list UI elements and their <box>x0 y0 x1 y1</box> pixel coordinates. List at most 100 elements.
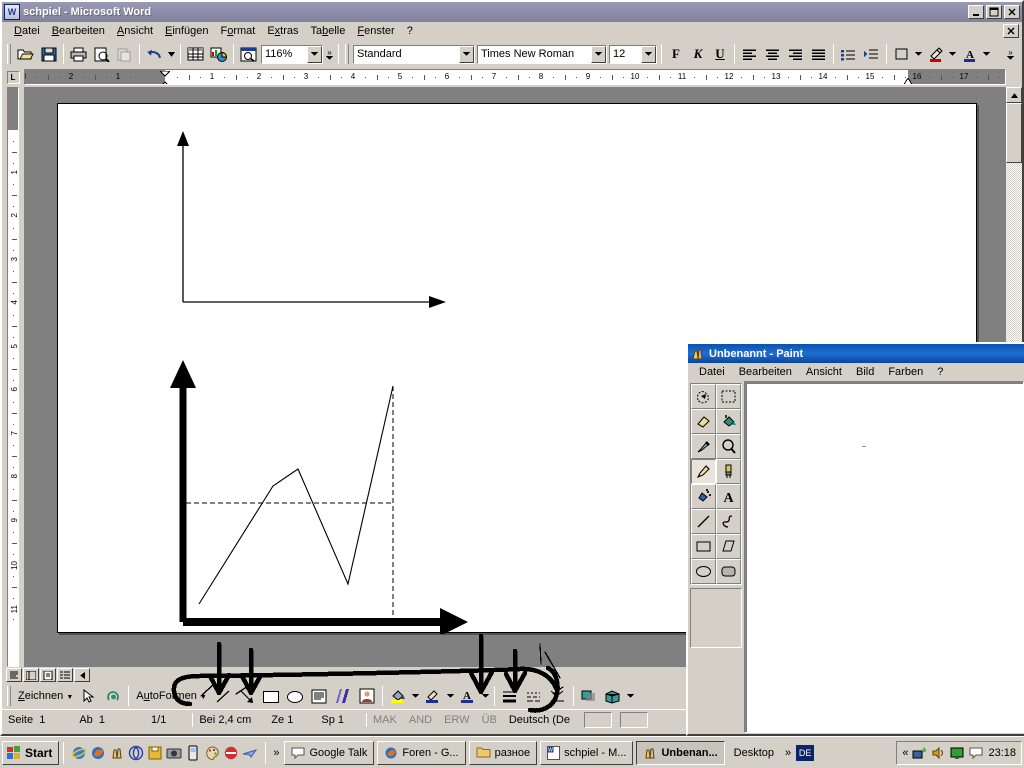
chat-bubble-icon[interactable] <box>969 746 984 760</box>
network-icon[interactable] <box>912 746 927 760</box>
task-foren[interactable]: Foren - G... <box>377 740 466 765</box>
paint-canvas[interactable] <box>747 384 1023 732</box>
borders-icon[interactable] <box>890 43 913 65</box>
tray-overflow-button[interactable]: « <box>902 747 908 759</box>
insert-chart-icon[interactable] <box>207 43 230 65</box>
open-folder-icon[interactable] <box>14 43 37 65</box>
3d-dropdown-icon[interactable] <box>625 685 636 707</box>
menu-format[interactable]: Format <box>214 23 261 39</box>
align-left-icon[interactable] <box>738 43 761 65</box>
line-icon[interactable] <box>691 509 716 534</box>
tasks-overflow-button[interactable]: » <box>783 747 793 759</box>
paint-window[interactable]: Unbenannt - Paint Datei Bearbeiten Ansic… <box>686 342 1024 736</box>
chevron-down-icon[interactable] <box>459 45 474 63</box>
oval-icon[interactable] <box>283 685 307 707</box>
text-icon[interactable]: A <box>716 484 741 509</box>
monitor-icon[interactable] <box>950 746 965 760</box>
status-flag-mak[interactable]: MAK <box>367 714 403 726</box>
status-flag-ueb[interactable]: ÜB <box>476 714 503 726</box>
font-color-icon[interactable]: A <box>958 43 981 65</box>
vertical-ruler[interactable]: 1 2 3 4 5 6 7 8 9 10 11 <box>2 87 24 667</box>
3d-icon[interactable] <box>601 685 625 707</box>
close-button[interactable] <box>1004 5 1020 19</box>
line-color-icon[interactable] <box>421 685 445 707</box>
print-preview-icon[interactable] <box>90 43 113 65</box>
toolbar-grip[interactable] <box>7 44 11 64</box>
tool-options-panel[interactable] <box>690 588 742 648</box>
language-indicator[interactable]: DE <box>796 744 815 761</box>
task-google-talk[interactable]: Google Talk <box>284 740 375 765</box>
borders-dropdown-icon[interactable] <box>913 43 924 65</box>
menu-tabelle[interactable]: Tabelle <box>305 23 352 39</box>
block-icon[interactable] <box>222 744 240 762</box>
line-icon[interactable] <box>211 685 235 707</box>
font-size-combo[interactable]: 12 <box>609 44 657 64</box>
internet-explorer-icon[interactable] <box>70 744 88 762</box>
highlight-dropdown-icon[interactable] <box>947 43 958 65</box>
font-combo[interactable]: Times New Roman <box>477 44 607 64</box>
curve-icon[interactable] <box>716 509 741 534</box>
pick-color-icon[interactable] <box>691 434 716 459</box>
menu-extras[interactable]: Extras <box>261 23 304 39</box>
zoom-icon[interactable] <box>237 43 260 65</box>
quicklaunch-overflow-button[interactable]: » <box>270 747 282 759</box>
draw-menu-button[interactable]: Zeichnen ▼ <box>14 690 77 702</box>
phone-icon[interactable] <box>184 744 202 762</box>
outline-view-icon[interactable] <box>57 668 73 682</box>
italic-button[interactable]: K <box>687 43 709 65</box>
font-color-icon[interactable]: A <box>456 685 480 707</box>
undo-icon[interactable] <box>143 43 166 65</box>
chevron-down-icon[interactable] <box>307 45 322 63</box>
toolbar-overflow-button[interactable]: » <box>324 43 335 65</box>
autoshapes-menu-button[interactable]: AutoFormen ▼ <box>132 690 211 702</box>
wordart-icon[interactable] <box>331 685 355 707</box>
bullet-list-icon[interactable] <box>837 43 860 65</box>
scroll-left-button[interactable] <box>74 668 90 682</box>
free-form-select-icon[interactable] <box>691 384 716 409</box>
text-box-icon[interactable] <box>307 685 331 707</box>
firefox-icon[interactable] <box>89 744 107 762</box>
align-right-icon[interactable] <box>784 43 807 65</box>
web-layout-view-icon[interactable] <box>23 668 39 682</box>
paint-titlebar[interactable]: Unbenannt - Paint <box>688 344 1024 363</box>
style-combo[interactable]: Standard <box>353 44 475 64</box>
arrow-icon[interactable] <box>235 685 259 707</box>
chevron-down-icon[interactable] <box>591 45 606 63</box>
align-justify-icon[interactable] <box>807 43 830 65</box>
volume-icon[interactable] <box>931 746 946 760</box>
increase-indent-icon[interactable] <box>860 43 883 65</box>
print-icon[interactable] <box>67 43 90 65</box>
camera-icon[interactable] <box>165 744 183 762</box>
insert-table-icon[interactable] <box>184 43 207 65</box>
floppy-icon[interactable] <box>146 744 164 762</box>
zoom-combo[interactable]: 116% <box>261 44 323 64</box>
task-folder[interactable]: разное <box>468 740 538 765</box>
formatting-overflow-button[interactable]: » <box>1005 43 1016 65</box>
chevron-down-icon[interactable] <box>641 45 656 63</box>
status-language[interactable]: Deutsch (De <box>503 714 576 726</box>
arrow-style-icon[interactable] <box>546 685 570 707</box>
document-close-button[interactable] <box>1003 24 1019 38</box>
task-word[interactable]: W schpiel - M... <box>540 740 634 765</box>
menu-fenster[interactable]: Fenster <box>351 23 400 39</box>
paint-menu-farben[interactable]: Farben <box>881 365 930 379</box>
scroll-up-button[interactable] <box>1006 87 1022 103</box>
shadow-icon[interactable] <box>577 685 601 707</box>
menu-help[interactable]: ? <box>401 23 419 39</box>
magnifier-icon[interactable] <box>716 434 741 459</box>
formatting-toolbar-grip[interactable] <box>345 44 349 64</box>
drawing-toolbar-grip[interactable] <box>7 686 11 706</box>
rounded-rectangle-icon[interactable] <box>716 559 741 584</box>
paint-menu-ansicht[interactable]: Ansicht <box>799 365 849 379</box>
right-indent-marker[interactable] <box>903 77 913 84</box>
paint-menu-bearbeiten[interactable]: Bearbeiten <box>732 365 799 379</box>
paint-canvas-area[interactable] <box>744 381 1024 733</box>
task-paint[interactable]: Unbenan... <box>636 740 725 765</box>
airbrush-icon[interactable] <box>691 484 716 509</box>
undo-dropdown-icon[interactable] <box>166 43 177 65</box>
align-center-icon[interactable] <box>761 43 784 65</box>
scrollbar-thumb[interactable] <box>1006 103 1022 163</box>
start-button[interactable]: Start <box>2 740 60 765</box>
opera-icon[interactable] <box>127 744 145 762</box>
menu-datei[interactable]: DDateiatei <box>8 23 46 39</box>
